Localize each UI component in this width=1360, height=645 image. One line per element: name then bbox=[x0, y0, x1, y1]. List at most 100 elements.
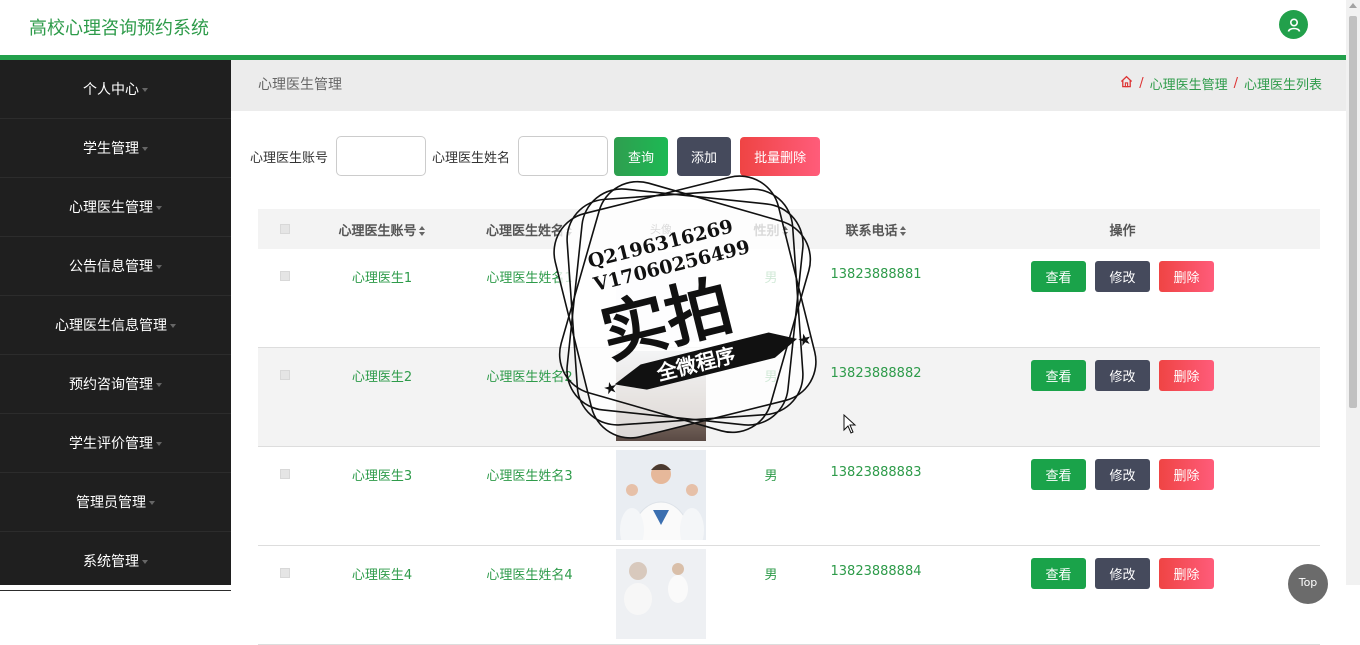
sidebar-item-announcements[interactable]: 公告信息管理 bbox=[0, 237, 231, 296]
delete-button[interactable]: 删除 bbox=[1159, 459, 1214, 490]
sidebar-item-label: 学生评价管理 bbox=[69, 436, 153, 452]
select-all-checkbox[interactable] bbox=[280, 224, 290, 234]
chevron-down-icon bbox=[142, 560, 148, 564]
user-avatar-icon[interactable] bbox=[1279, 10, 1308, 39]
add-button[interactable]: 添加 bbox=[677, 136, 732, 176]
table-row: 心理医生2 心理医生姓名2 男 13823888882 查看 修改 删除 bbox=[258, 348, 1320, 447]
sidebar-item-reviews[interactable]: 学生评价管理 bbox=[0, 414, 231, 473]
breadcrumb-separator: / bbox=[1233, 76, 1238, 91]
chevron-down-icon bbox=[170, 324, 176, 328]
page-title: 心理医生管理 bbox=[258, 77, 342, 93]
cell-account: 心理医生2 bbox=[351, 370, 413, 385]
sidebar-item-label: 公告信息管理 bbox=[69, 259, 153, 275]
cell-name: 心理医生姓名2 bbox=[486, 370, 573, 385]
edit-button[interactable]: 修改 bbox=[1095, 360, 1150, 391]
home-icon[interactable] bbox=[1120, 75, 1133, 92]
chevron-down-icon bbox=[156, 442, 162, 446]
column-header-photo: 头像 bbox=[650, 223, 672, 236]
counselor-table: 心理医生账号 心理医生姓名 头像 性别 联系电话 操作 心理医生1 心理医生姓名… bbox=[258, 209, 1320, 645]
query-button[interactable]: 查询 bbox=[614, 136, 669, 176]
sidebar-item-label: 学生管理 bbox=[83, 141, 139, 157]
column-header-sex[interactable]: 性别 bbox=[715, 220, 827, 239]
delete-button[interactable]: 删除 bbox=[1159, 261, 1214, 292]
cell-name: 心理医生姓名3 bbox=[486, 469, 573, 484]
column-header-name[interactable]: 心理医生姓名 bbox=[452, 220, 607, 239]
edit-button[interactable]: 修改 bbox=[1095, 261, 1150, 292]
sort-icon bbox=[566, 226, 573, 236]
sidebar-item-appointments[interactable]: 预约咨询管理 bbox=[0, 355, 231, 414]
page-header: 心理医生管理 / 心理医生管理 / 心理医生列表 bbox=[231, 60, 1346, 111]
doctor-photo bbox=[616, 252, 706, 342]
sidebar-item-label: 心理医生管理 bbox=[69, 200, 153, 216]
cell-account: 心理医生1 bbox=[351, 271, 413, 286]
row-checkbox[interactable] bbox=[280, 370, 290, 380]
chevron-down-icon bbox=[149, 501, 155, 505]
row-checkbox[interactable] bbox=[280, 568, 290, 578]
column-header-account[interactable]: 心理医生账号 bbox=[312, 220, 452, 239]
search-form: 心理医生账号 心理医生姓名 查询 添加 批量删除 bbox=[250, 136, 829, 176]
row-checkbox[interactable] bbox=[280, 469, 290, 479]
row-checkbox[interactable] bbox=[280, 271, 290, 281]
cell-sex: 男 bbox=[764, 370, 778, 385]
table-row: 心理医生3 心理医生姓名3 男 13823888883 查看 修改 删除 bbox=[258, 447, 1320, 546]
chevron-down-icon bbox=[142, 147, 148, 151]
sidebar-item-label: 个人中心 bbox=[83, 82, 139, 98]
column-header-actions: 操作 bbox=[1109, 223, 1136, 239]
breadcrumb: / 心理医生管理 / 心理医生列表 bbox=[1120, 74, 1322, 93]
sidebar-item-admins[interactable]: 管理员管理 bbox=[0, 473, 231, 532]
account-label: 心理医生账号 bbox=[250, 150, 329, 166]
view-button[interactable]: 查看 bbox=[1031, 360, 1086, 391]
scrollbar-thumb[interactable] bbox=[1349, 16, 1357, 408]
breadcrumb-separator: / bbox=[1139, 76, 1144, 91]
batch-delete-button[interactable]: 批量删除 bbox=[740, 136, 821, 176]
edit-button[interactable]: 修改 bbox=[1095, 459, 1150, 490]
sort-icon bbox=[899, 226, 907, 236]
edit-button[interactable]: 修改 bbox=[1095, 558, 1150, 589]
table-row: 心理医生1 心理医生姓名1 男 13823888881 查看 修改 删除 bbox=[258, 249, 1320, 348]
sidebar-item-personal-center[interactable]: 个人中心 bbox=[0, 60, 231, 119]
top-header: 高校心理咨询预约系统 bbox=[0, 0, 1346, 55]
chevron-down-icon bbox=[156, 206, 162, 210]
sidebar-item-students[interactable]: 学生管理 bbox=[0, 119, 231, 178]
cell-account: 心理医生3 bbox=[351, 469, 413, 484]
view-button[interactable]: 查看 bbox=[1031, 558, 1086, 589]
back-to-top-button[interactable]: Top bbox=[1288, 564, 1328, 604]
chevron-down-icon bbox=[156, 383, 162, 387]
column-header-phone[interactable]: 联系电话 bbox=[827, 220, 925, 239]
name-label: 心理医生姓名 bbox=[432, 150, 511, 166]
chevron-down-icon bbox=[156, 265, 162, 269]
sort-icon bbox=[418, 226, 426, 236]
page-scrollbar[interactable] bbox=[1346, 0, 1360, 585]
cell-phone: 13823888884 bbox=[830, 564, 922, 579]
breadcrumb-item[interactable]: 心理医生管理 bbox=[1150, 74, 1228, 93]
sidebar: 个人中心 学生管理 心理医生管理 公告信息管理 心理医生信息管理 预约咨询管理 … bbox=[0, 60, 231, 591]
view-button[interactable]: 查看 bbox=[1031, 459, 1086, 490]
delete-button[interactable]: 删除 bbox=[1159, 360, 1214, 391]
breadcrumb-item: 心理医生列表 bbox=[1243, 78, 1322, 93]
cell-name: 心理医生姓名4 bbox=[486, 568, 573, 583]
sidebar-item-label: 预约咨询管理 bbox=[69, 377, 153, 393]
delete-button[interactable]: 删除 bbox=[1159, 558, 1214, 589]
sidebar-item-label: 系统管理 bbox=[83, 554, 139, 570]
sidebar-item-label: 心理医生信息管理 bbox=[55, 318, 167, 334]
sidebar-item-counselors[interactable]: 心理医生管理 bbox=[0, 178, 231, 237]
cell-sex: 男 bbox=[764, 469, 778, 484]
scroll-up-icon[interactable] bbox=[1349, 3, 1357, 8]
sidebar-item-system[interactable]: 系统管理 bbox=[0, 532, 231, 591]
cell-phone: 13823888881 bbox=[830, 267, 922, 282]
account-search-input[interactable] bbox=[336, 136, 427, 176]
cell-phone: 13823888883 bbox=[830, 465, 922, 480]
mouse-cursor-icon bbox=[843, 413, 857, 438]
cell-phone: 13823888882 bbox=[830, 366, 922, 381]
name-search-input[interactable] bbox=[518, 136, 609, 176]
view-button[interactable]: 查看 bbox=[1031, 261, 1086, 292]
cell-account: 心理医生4 bbox=[351, 568, 413, 583]
doctor-photo bbox=[616, 351, 706, 441]
table-row: 心理医生4 心理医生姓名4 男 13823888884 查看 修改 删除 bbox=[258, 546, 1320, 645]
chevron-down-icon bbox=[142, 88, 148, 92]
cell-sex: 男 bbox=[764, 271, 778, 286]
sidebar-item-counselor-info[interactable]: 心理医生信息管理 bbox=[0, 296, 231, 355]
doctor-photo bbox=[616, 549, 706, 639]
doctor-photo bbox=[616, 450, 706, 540]
cell-name: 心理医生姓名1 bbox=[486, 271, 573, 286]
